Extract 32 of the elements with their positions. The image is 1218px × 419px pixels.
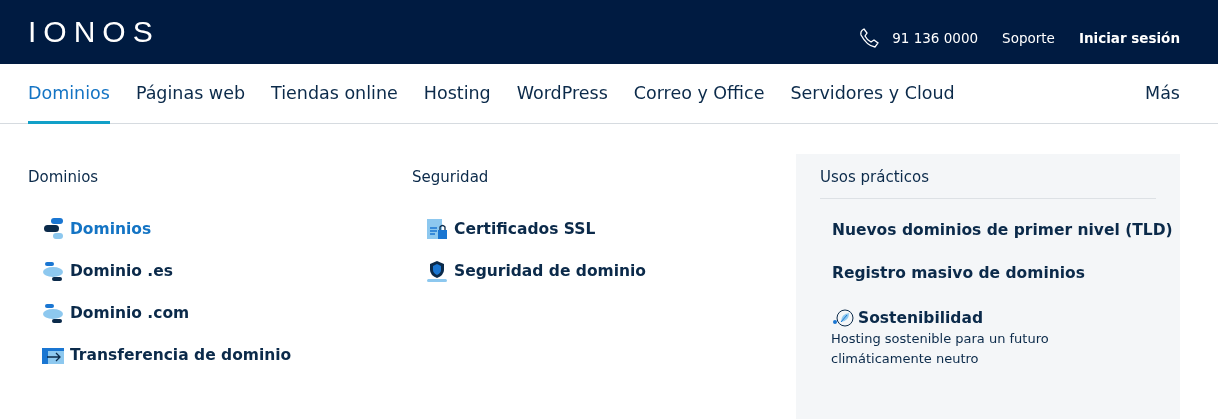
menu-item[interactable]: Transferencia de dominio	[42, 334, 292, 376]
column-heading: Dominios	[28, 168, 99, 186]
more-tab[interactable]: Más	[1145, 64, 1180, 124]
logo[interactable]: IONOS	[28, 15, 160, 49]
tld-bubbles-icon	[42, 218, 64, 240]
menu-item[interactable]: Dominios	[42, 208, 152, 250]
menu-item[interactable]: Dominio .com	[42, 292, 190, 334]
nav-tab[interactable]: Servidores y Cloud	[790, 64, 955, 124]
link-description: Hosting sostenible para un futuro climáticamente neutro	[831, 330, 1050, 368]
nav-tab[interactable]: Hosting	[423, 64, 491, 124]
nav-tab[interactable]: WordPress	[516, 64, 608, 124]
panel-link[interactable]: Registro masivo de dominios	[832, 264, 1085, 282]
menu-item[interactable]: Seguridad de dominio	[426, 250, 647, 292]
menu-item[interactable]: Dominio .es	[42, 250, 173, 292]
login-link[interactable]: Iniciar sesión	[1078, 30, 1180, 46]
support-link[interactable]: Soporte	[1002, 30, 1055, 46]
nav-tab[interactable]: Correo y Office	[633, 64, 765, 124]
column-heading: Seguridad	[412, 168, 489, 186]
panel-link[interactable]: Sostenibilidad	[832, 307, 983, 329]
phone-icon	[858, 27, 881, 49]
nav-tab[interactable]: Páginas web	[135, 64, 246, 124]
panel-link[interactable]: Nuevos dominios de primer nivel (TLD)	[832, 221, 1173, 239]
nav-tab[interactable]: Dominios	[28, 64, 110, 124]
leaf-plug-icon	[832, 307, 854, 329]
shield-icon	[426, 260, 448, 282]
panel-heading: Usos prácticos	[820, 168, 1156, 199]
cloud-tag-icon	[42, 302, 64, 324]
menu-item[interactable]: Certificados SSL	[426, 208, 596, 250]
nav-tab[interactable]: Tiendas online	[271, 64, 398, 124]
phone-link[interactable]: 91 136 0000	[892, 30, 979, 46]
certificate-lock-icon	[426, 218, 448, 240]
cloud-tag-icon	[42, 260, 64, 282]
